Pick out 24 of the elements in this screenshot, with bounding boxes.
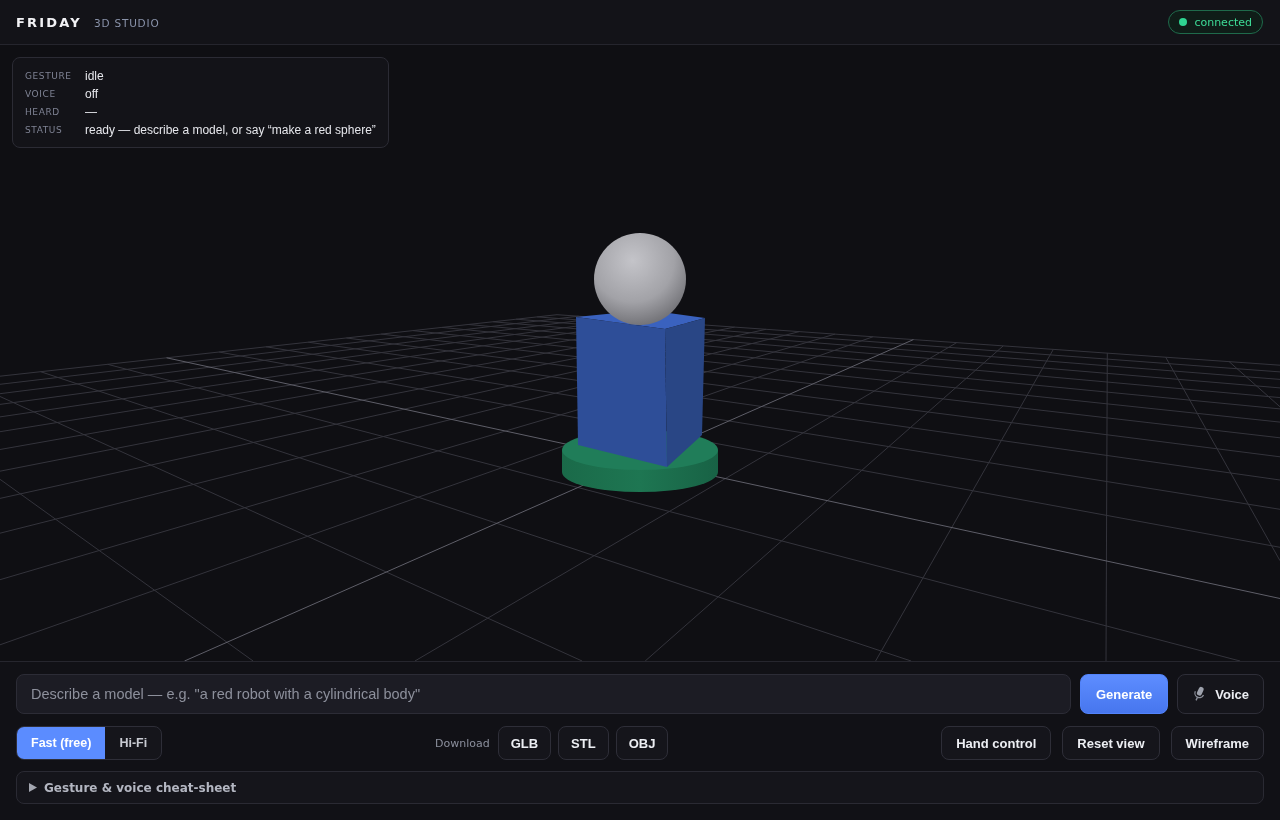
hud-label: GESTURE [25,70,73,83]
hud-label: VOICE [25,88,57,101]
toolbar-button[interactable]: Hand control [941,726,1052,760]
download-label: Download [434,736,490,750]
download-button[interactable]: OBJ [615,726,669,760]
app-subtitle: 3D STUDIO [93,16,160,29]
brand-name: FRIDAY [16,14,82,30]
hud-label: HEARD [25,106,61,119]
generate-button[interactable]: Generate [1079,674,1169,714]
hud-label: STATUS [25,124,64,137]
download-button[interactable]: GLB [497,726,552,760]
microphone-icon [1192,686,1207,702]
prompt-field[interactable]: Describe a model — e.g. "a red robot with a cylindrical body" [16,674,1071,714]
hud-value: off [85,86,100,103]
toolbar-button[interactable]: Wireframe [1170,726,1264,760]
connection-label: connected [1194,15,1252,29]
hud-value: ready — describe a model, or say “make a red sphere” [85,122,376,139]
voice-button[interactable]: Voice [1177,674,1264,714]
toolbar-button[interactable]: Reset view [1062,726,1160,760]
hud-value: idle [85,68,105,85]
download-button[interactable]: STL [558,726,609,760]
cheat-sheet-summary[interactable]: Gesture & voice cheat-sheet [16,771,1264,804]
mode-option[interactable]: Hi-Fi [105,727,162,759]
hud-value: — [85,104,98,121]
